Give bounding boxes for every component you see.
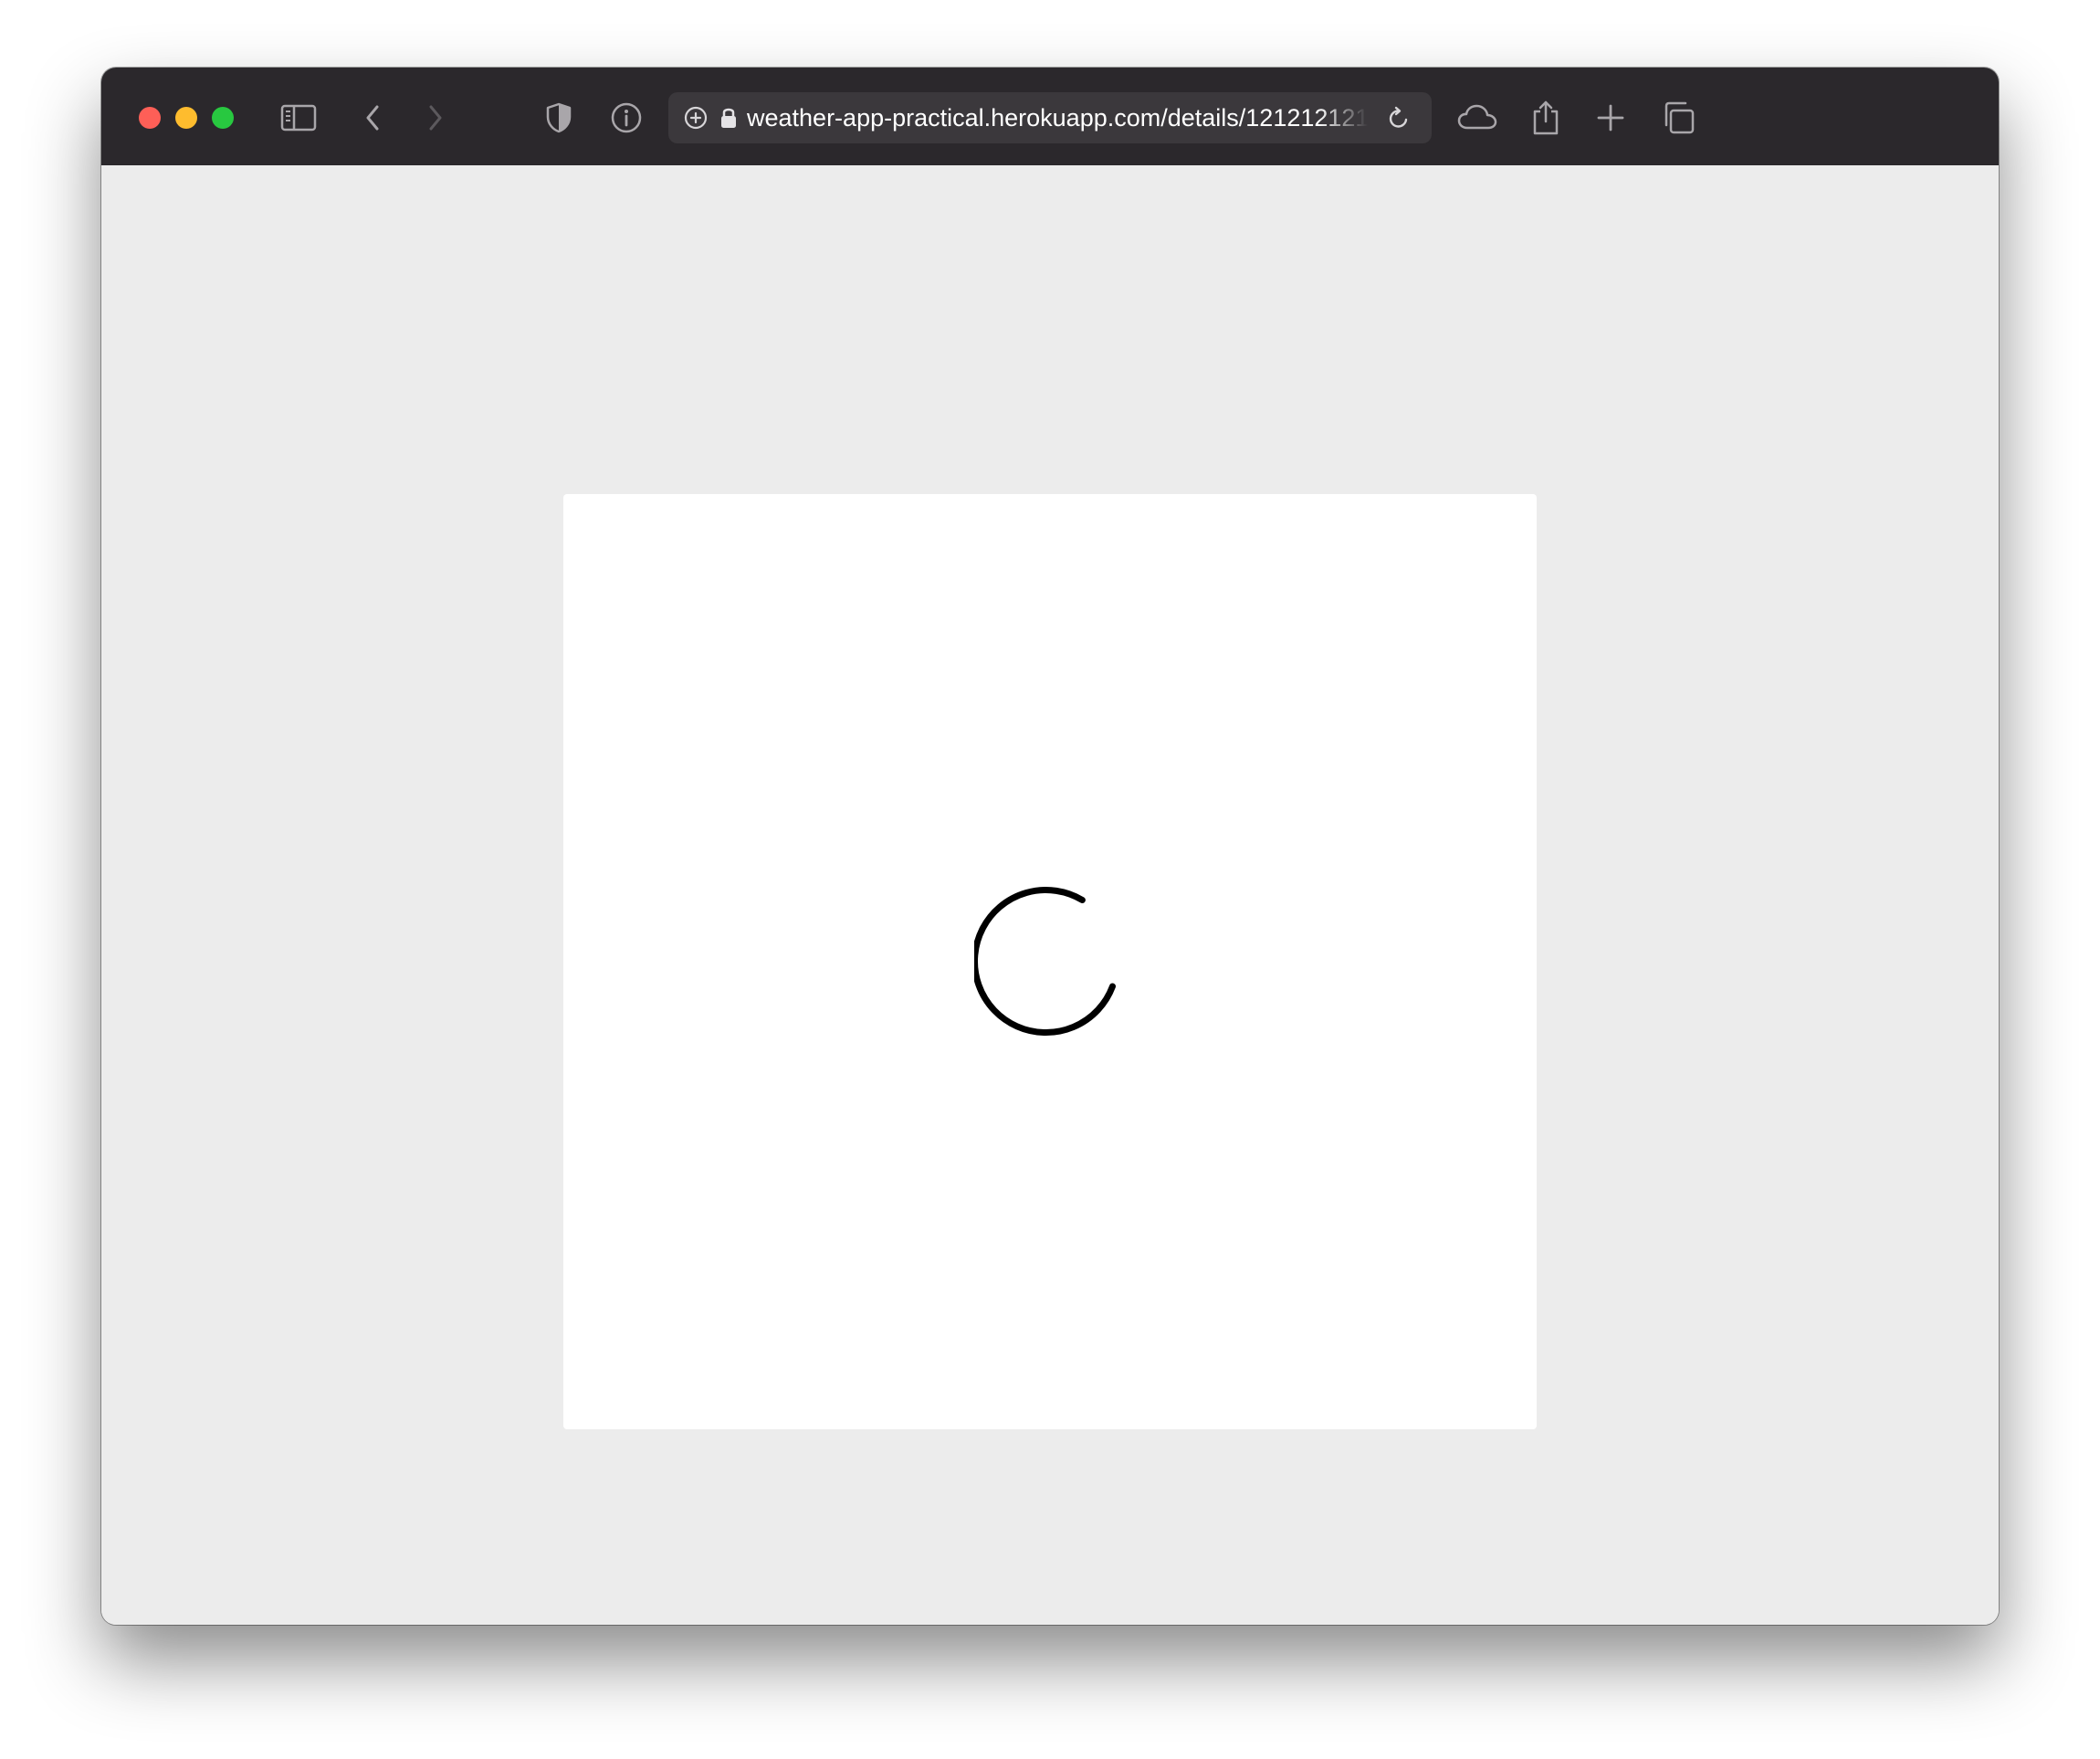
shield-icon[interactable] [540, 99, 578, 137]
tabs-icon[interactable] [1659, 99, 1697, 137]
page-content [101, 165, 1999, 1625]
close-window-button[interactable] [139, 107, 161, 129]
url-text[interactable]: weather-app-practical.herokuapp.com/deta… [747, 92, 1368, 143]
browser-window: weather-app-practical.herokuapp.com/deta… [101, 68, 1999, 1625]
reload-icon[interactable] [1383, 103, 1414, 134]
share-icon[interactable] [1527, 99, 1565, 137]
loading-card [563, 494, 1537, 1429]
cloud-icon[interactable] [1454, 99, 1500, 137]
browser-toolbar: weather-app-practical.herokuapp.com/deta… [101, 68, 1999, 165]
address-bar[interactable]: weather-app-practical.herokuapp.com/deta… [668, 92, 1432, 143]
info-icon[interactable] [607, 99, 646, 137]
plus-icon[interactable] [1591, 99, 1630, 137]
sidebar-icon[interactable] [279, 99, 318, 137]
minimize-window-button[interactable] [175, 107, 197, 129]
chevron-right-icon[interactable] [415, 99, 454, 137]
loading-spinner-icon [971, 885, 1126, 1037]
plus-circle-icon[interactable] [680, 102, 711, 133]
lock-icon [719, 105, 739, 131]
zoom-window-button[interactable] [212, 107, 234, 129]
chevron-left-icon[interactable] [354, 99, 393, 137]
